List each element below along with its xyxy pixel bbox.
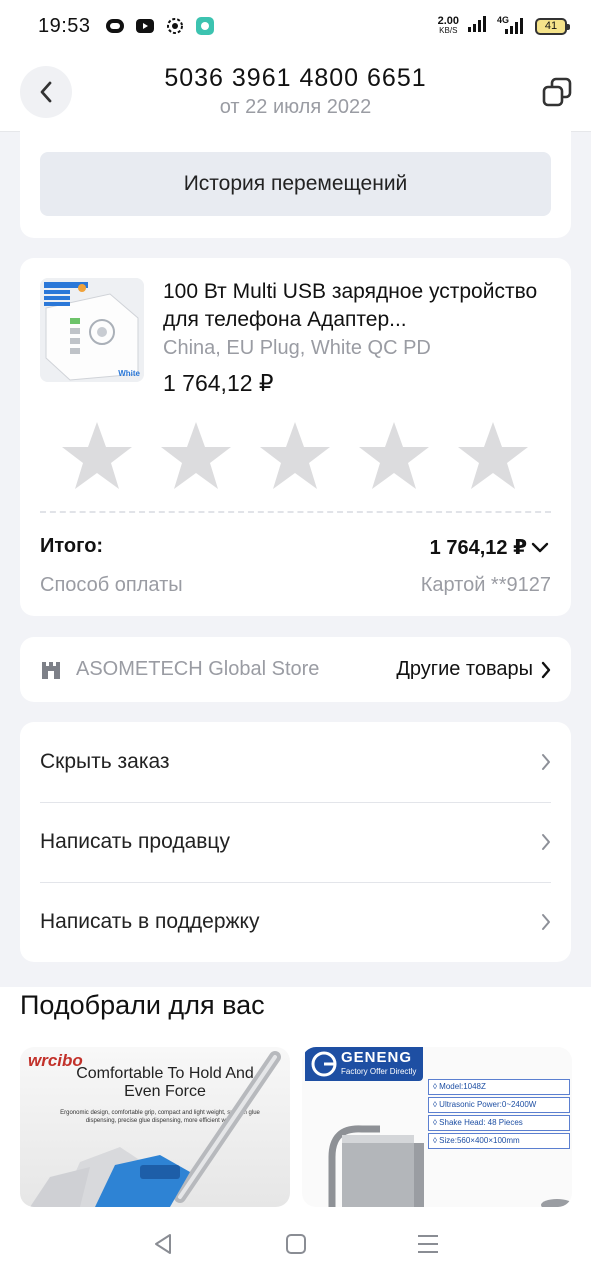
rating-stars: [60, 420, 530, 492]
action-label: Написать в поддержку: [40, 910, 260, 933]
messenger-icon: [195, 16, 215, 36]
other-products-label: Другие товары: [396, 658, 533, 680]
product-name[interactable]: 100 Вт Multi USB зарядное устройство для…: [163, 278, 558, 334]
chevron-right-icon: [542, 834, 550, 850]
store-name: ASOMETECH Global Store: [76, 658, 320, 680]
divider: [40, 511, 551, 513]
copy-icon: [542, 77, 572, 107]
chevron-down-icon: [531, 542, 549, 552]
product-card: White 100 Вт Multi USB зарядное устройст…: [20, 258, 571, 616]
app-icon: [105, 16, 125, 36]
status-bar: 19:53 2.00 KB/S 4G 41: [0, 0, 591, 52]
actions-card: Скрыть заказ Написать продавцу Написать …: [20, 722, 571, 962]
chevron-right-icon: [542, 754, 550, 770]
nav-menu-icon[interactable]: [416, 1232, 440, 1256]
recommendation-card[interactable]: wrcibo Comfortable To Hold And Even Forc…: [20, 1047, 290, 1207]
action-label: Скрыть заказ: [40, 750, 170, 773]
other-products-link[interactable]: Другие товары: [396, 658, 551, 681]
net-speed-unit: KB/S: [439, 26, 458, 35]
hide-order-button[interactable]: Скрыть заказ: [40, 722, 551, 802]
system-nav-bar: [0, 1207, 591, 1280]
chevron-right-icon: [541, 661, 551, 678]
youtube-icon: [135, 16, 155, 36]
total-value[interactable]: 1 764,12 ₽: [430, 535, 549, 560]
store-card[interactable]: ASOMETECH Global Store Другие товары: [20, 637, 571, 702]
star-icon[interactable]: [60, 420, 134, 492]
total-label: Итого:: [40, 535, 104, 557]
star-icon[interactable]: [258, 420, 332, 492]
product-variant: China, EU Plug, White QC PD: [163, 337, 431, 359]
action-label: Написать продавцу: [40, 830, 230, 853]
message-support-button[interactable]: Написать в поддержку: [40, 882, 551, 962]
battery-icon: 41: [535, 17, 570, 35]
order-header: 5036 3961 4800 6651 от 22 июля 2022: [0, 52, 591, 132]
copy-button[interactable]: [541, 76, 573, 108]
product-price: 1 764,12 ₽: [163, 370, 274, 396]
payment-method-value: Картой **9127: [420, 574, 551, 596]
star-icon[interactable]: [159, 420, 233, 492]
order-number: 5036 3961 4800 6651: [164, 64, 427, 92]
signal-4g-icon: 4G: [497, 15, 527, 35]
recommendations-section: Подобрали для вас wrcibo Comfortable To …: [0, 987, 591, 1207]
product-image[interactable]: White: [40, 278, 144, 382]
star-icon[interactable]: [357, 420, 431, 492]
message-seller-button[interactable]: Написать продавцу: [40, 802, 551, 882]
recommendations-title: Подобрали для вас: [20, 990, 265, 1020]
net-speed: 2.00 KB/S: [438, 16, 459, 36]
star-icon[interactable]: [456, 420, 530, 492]
nav-back-icon[interactable]: [152, 1232, 176, 1256]
product-photo: [328, 1125, 572, 1207]
history-button[interactable]: История перемещений: [40, 152, 551, 216]
recommendation-card[interactable]: GENENG Factory Offer Directly ◊ Model:10…: [302, 1047, 572, 1207]
signal-icon: [467, 15, 489, 38]
history-card: История перемещений: [20, 126, 571, 238]
payment-method-label: Способ оплаты: [40, 574, 183, 596]
status-time: 19:53: [38, 14, 91, 37]
store-icon: [42, 661, 60, 679]
product-image-label: White: [118, 369, 140, 378]
battery-level: 41: [544, 20, 558, 32]
settings-icon: [165, 16, 185, 36]
nav-home-icon[interactable]: [284, 1232, 308, 1256]
chevron-right-icon: [542, 914, 550, 930]
total-amount: 1 764,12 ₽: [429, 537, 527, 559]
product-photo: [30, 1051, 281, 1207]
order-date: от 22 июля 2022: [219, 96, 372, 118]
